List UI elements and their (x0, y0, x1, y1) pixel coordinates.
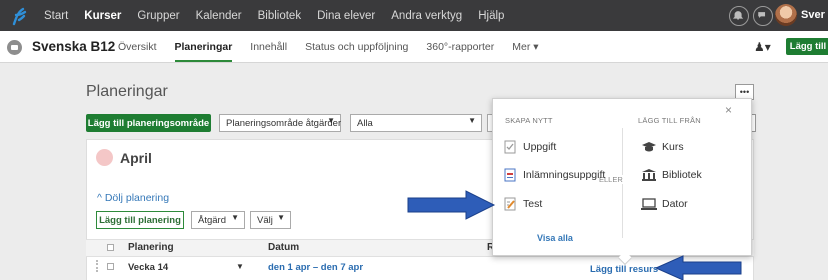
nav-andra-verktyg[interactable]: Andra verktyg (391, 10, 462, 22)
itslearning-logo-icon[interactable] (10, 6, 28, 26)
add-course-content-button[interactable]: Lägg till (786, 38, 828, 55)
add-from-library-option[interactable]: Bibliotek (662, 169, 702, 181)
graduation-cap-icon (642, 142, 656, 152)
filter-select[interactable]: Alla ▼ (350, 114, 482, 132)
create-assignment-option[interactable]: Uppgift (523, 141, 556, 153)
month-heading: April (120, 150, 152, 166)
create-test-option[interactable]: Test (523, 198, 542, 210)
column-header-planering[interactable]: Planering (128, 242, 174, 253)
annotation-arrow-left-icon (655, 255, 742, 280)
planning-area-actions-label: Planeringsområde åtgärder (226, 117, 342, 129)
chevron-down-icon: ▼ (468, 116, 476, 125)
nav-grupper[interactable]: Grupper (137, 10, 179, 22)
hide-planning-link[interactable]: ^ Dölj planering (97, 192, 169, 204)
nav-kalender[interactable]: Kalender (196, 10, 242, 22)
choose-select-label: Välj (257, 214, 273, 226)
action-select-label: Åtgärd (198, 214, 226, 226)
course-icon (7, 40, 22, 55)
computer-icon (641, 198, 657, 210)
tab-innehall[interactable]: Innehåll (250, 41, 287, 53)
row-date-range[interactable]: den 1 apr – den 7 apr (268, 262, 363, 273)
main-nav: Start Kurser Grupper Kalender Bibliotek … (44, 0, 520, 31)
choose-select[interactable]: Välj ▼ (250, 211, 291, 229)
tab-status[interactable]: Status och uppföljning (305, 41, 408, 53)
course-header-bar: Svenska B12 Översikt Planeringar Innehål… (0, 31, 828, 63)
month-color-dot (96, 149, 113, 166)
create-submission-option[interactable]: Inlämningsuppgift (523, 169, 605, 181)
user-name[interactable]: Sver (801, 9, 825, 21)
add-planning-area-button[interactable]: Lägg till planeringsområde (86, 114, 211, 132)
user-avatar[interactable] (775, 4, 797, 26)
library-icon (642, 169, 656, 181)
course-title[interactable]: Svenska B12 (32, 39, 115, 54)
top-navigation-bar: Start Kurser Grupper Kalender Bibliotek … (0, 0, 828, 31)
annotation-arrow-right-icon (407, 190, 496, 220)
filter-select-value: Alla (357, 117, 373, 129)
participants-dropdown-icon[interactable]: ♟▾ (754, 40, 771, 54)
create-new-heading: SKAPA NYTT (505, 116, 553, 125)
row-planning-name[interactable]: Vecka 14 (128, 262, 168, 273)
chevron-down-icon: ▼ (231, 213, 239, 222)
page-title: Planeringar (86, 83, 168, 100)
select-all-checkbox[interactable] (107, 244, 114, 251)
nav-bibliotek[interactable]: Bibliotek (258, 10, 301, 22)
add-from-heading: LÄGG TILL FRÅN (638, 116, 701, 125)
action-select[interactable]: Åtgärd ▼ (191, 211, 245, 229)
column-header-datum[interactable]: Datum (268, 242, 299, 253)
close-icon[interactable]: × (725, 103, 732, 117)
tab-360-rapporter[interactable]: 360°-rapporter (426, 41, 494, 53)
add-planning-button[interactable]: Lägg till planering (96, 211, 184, 229)
assignment-icon (504, 140, 516, 154)
chevron-down-icon: ▼ (327, 116, 335, 125)
course-tabs: Översikt Planeringar Innehåll Status och… (118, 31, 557, 62)
messages-icon[interactable] (753, 6, 773, 26)
drag-handle-icon[interactable] (96, 260, 100, 272)
submission-icon (504, 168, 516, 182)
tab-mer[interactable]: Mer ▾ (512, 41, 538, 53)
row-checkbox[interactable] (107, 263, 114, 270)
nav-hjalp[interactable]: Hjälp (478, 10, 504, 22)
chevron-down-icon: ▼ (277, 213, 285, 222)
chevron-down-icon[interactable]: ▼ (236, 262, 244, 271)
add-from-computer-option[interactable]: Dator (662, 198, 688, 210)
app-root: Start Kurser Grupper Kalender Bibliotek … (0, 0, 828, 280)
add-resource-link[interactable]: Lägg till resurs (590, 264, 658, 275)
tab-oversikt[interactable]: Översikt (118, 41, 157, 53)
tab-planeringar[interactable]: Planeringar (174, 41, 232, 62)
nav-start[interactable]: Start (44, 10, 68, 22)
add-from-course-option[interactable]: Kurs (662, 141, 684, 153)
notifications-icon[interactable] (729, 6, 749, 26)
planning-area-actions-select[interactable]: Planeringsområde åtgärder ▼ (219, 114, 341, 132)
show-all-link[interactable]: Visa alla (537, 233, 573, 243)
nav-kurser[interactable]: Kurser (84, 10, 121, 22)
test-icon (504, 197, 516, 211)
nav-dina-elever[interactable]: Dina elever (317, 10, 375, 22)
